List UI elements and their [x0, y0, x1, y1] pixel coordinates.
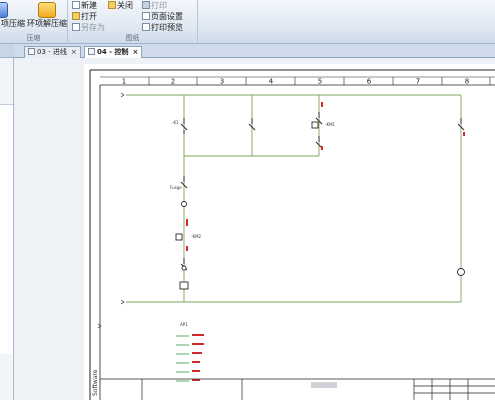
save-as-icon: [72, 23, 80, 31]
close-button[interactable]: 关闭: [108, 1, 133, 11]
tab-03[interactable]: 03 - 进线 ×: [24, 46, 81, 58]
compress-icon: [0, 2, 8, 18]
tag-fuse: Fusge: [170, 185, 182, 190]
print-label: 打印: [151, 1, 167, 10]
print-preview-label: 打印预览: [151, 23, 183, 32]
close-folder-icon: [108, 1, 116, 9]
column-number-1: 1: [122, 78, 126, 86]
tab-04[interactable]: 04 - 控制 ×: [84, 46, 143, 58]
print-preview-icon: [142, 23, 150, 31]
document-icon: [88, 48, 95, 55]
decompress-button-label: 环项解压缩: [27, 19, 67, 28]
column-number-6: 6: [367, 78, 372, 86]
page-setup-icon: [142, 12, 150, 20]
compress-group: 项压缩 环项解压缩 压缩: [0, 0, 68, 44]
folder-open-icon: [72, 12, 80, 20]
close-icon[interactable]: ×: [133, 47, 139, 58]
document-tab-bar: 03 - 进线 × 04 - 控制 ×: [14, 44, 495, 58]
document-icon: [28, 48, 35, 55]
compress-button[interactable]: 项压缩: [0, 2, 28, 30]
tag-k1: -K1: [172, 120, 179, 125]
print-button[interactable]: 打印: [142, 1, 167, 11]
lamp-1: [181, 201, 187, 207]
project-tree-panel: [0, 44, 14, 400]
sheet-paper: [84, 64, 495, 400]
relay-box-km1: [311, 121, 319, 129]
drawing-group: 新建 打开 另存为 关闭 打印 页面设置 打印预览 图纸: [68, 0, 198, 44]
app-window: { "ribbon": { "compress_group": { "label…: [0, 0, 495, 400]
printer-icon: [142, 1, 150, 9]
column-number-3: 3: [220, 78, 224, 86]
side-software-text: Software: [92, 369, 99, 396]
tag-km1: -KM1: [325, 122, 336, 127]
ribbon-toolbar: 项压缩 环项解压缩 压缩 新建 打开 另存为 关闭 打印 页面设置 打印预览 图…: [0, 0, 495, 44]
new-label: 新建: [81, 1, 97, 10]
column-number-8: 8: [465, 78, 469, 86]
open-label: 打开: [81, 12, 97, 21]
tag-km2: -KM2: [191, 234, 202, 239]
tab-03-label: 03 - 进线: [37, 48, 67, 56]
schematic-sheet[interactable]: 1 2 3 4 5 6 7 8 -K1 Fusge -KM1 -KM2 AP1 …: [14, 58, 495, 400]
document-area[interactable]: 1 2 3 4 5 6 7 8 -K1 Fusge -KM1 -KM2 AP1 …: [14, 58, 495, 400]
new-button[interactable]: 新建: [72, 1, 97, 11]
column-number-2: 2: [171, 78, 175, 86]
tag-ap1: AP1: [180, 322, 188, 327]
open-button[interactable]: 打开: [72, 12, 97, 22]
compress-group-label: 压缩: [26, 34, 41, 42]
print-preview-button[interactable]: 打印预览: [142, 23, 183, 33]
project-tree[interactable]: [0, 104, 13, 354]
close-label: 关闭: [117, 1, 133, 10]
relay-box-km2: [175, 233, 183, 241]
drawing-group-label: 图纸: [125, 34, 140, 42]
tab-04-label: 04 - 控制: [97, 48, 129, 56]
save-as-label: 另存为: [81, 23, 105, 32]
compress-button-label: 项压缩: [1, 19, 25, 28]
close-icon[interactable]: ×: [71, 47, 77, 58]
lamp-2: [457, 268, 465, 276]
column-number-4: 4: [269, 78, 274, 86]
coil-ap1: [179, 281, 189, 290]
page-setup-button[interactable]: 页面设置: [142, 12, 183, 22]
new-document-icon: [72, 1, 80, 9]
decompress-icon: [38, 2, 56, 18]
title-block-placeholder: [311, 382, 337, 388]
column-number-5: 5: [318, 78, 322, 86]
decompress-button[interactable]: 环项解压缩: [26, 2, 68, 30]
page-setup-label: 页面设置: [151, 12, 183, 21]
terminal-1: [181, 265, 187, 271]
panel-header: [0, 44, 14, 58]
save-as-button[interactable]: 另存为: [72, 23, 105, 33]
column-number-7: 7: [416, 78, 420, 86]
